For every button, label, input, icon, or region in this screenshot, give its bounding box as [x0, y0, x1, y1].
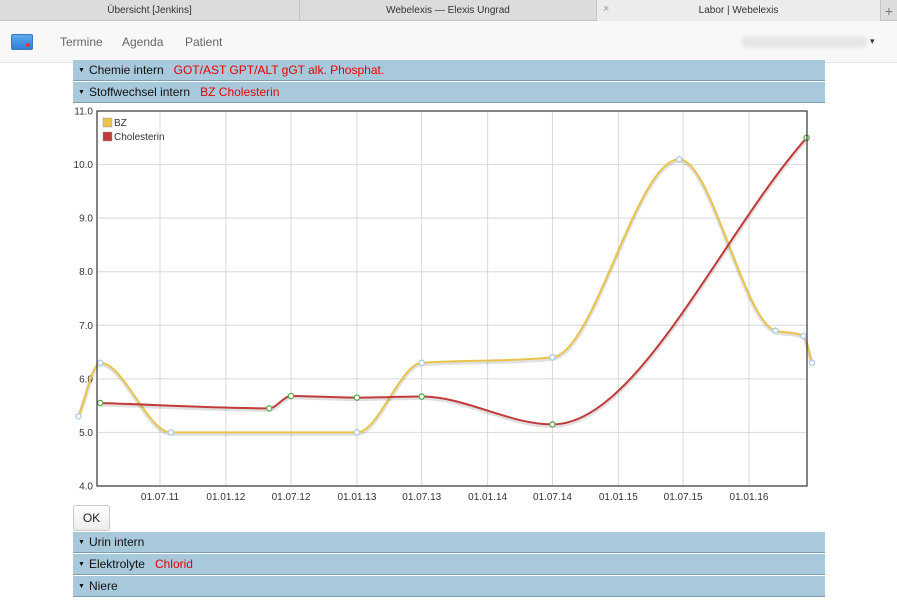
data-point-bz: [800, 332, 807, 340]
close-tab-icon[interactable]: ×: [603, 3, 609, 15]
chart-series-lines: [76, 137, 814, 436]
x-tick-label: 01.07.12: [272, 492, 311, 503]
section-label: Urin intern: [88, 535, 145, 549]
x-tick-label: 01.01.16: [730, 492, 769, 503]
browser-tab-labor[interactable]: × Labor | Webelexis: [597, 0, 881, 21]
x-tick-label: 01.01.13: [337, 492, 376, 503]
legend-swatch: [102, 131, 113, 142]
data-point-cholesterin: [418, 393, 425, 400]
data-point-cholesterin: [96, 399, 104, 407]
x-tick-label: 01.07.11: [141, 492, 180, 503]
chart-x-ticks: 01.07.11 01.01.12 01.07.12 01.01.13 01.07.13…: [141, 492, 769, 503]
x-tick-label: 01.07.14: [533, 492, 572, 503]
user-account-menu[interactable]: [741, 36, 867, 48]
section-urin-intern[interactable]: ▼ Urin intern: [73, 532, 825, 553]
chart-frame: [96, 110, 808, 487]
y-tick-label: 8.0: [79, 267, 93, 278]
chevron-down-icon[interactable]: ▾: [870, 36, 875, 47]
data-point-bz: [418, 359, 425, 367]
section-stoffwechsel-intern[interactable]: ▼ Stoffwechsel intern BZ Cholesterin: [73, 82, 825, 103]
y-tick-label: 10.0: [74, 160, 94, 171]
caret-down-icon: ▼: [78, 88, 85, 96]
data-point-bz: [96, 359, 104, 367]
section-label: Chemie intern: [88, 63, 164, 77]
legend-swatch: [102, 117, 113, 128]
caret-down-icon: ▼: [78, 582, 85, 590]
browser-tab-webelexis[interactable]: Webelexis — Elexis Ungrad: [300, 0, 597, 21]
browser-tab-strip: Übersicht [Jenkins] Webelexis — Elexis U…: [0, 0, 897, 21]
data-point-bz: [549, 354, 556, 361]
lab-values-line-chart: 4.05.06.07.08.09.010.011.0 01.07.11 01.01…: [74, 107, 816, 503]
section-tags: BZ Cholesterin: [200, 85, 280, 99]
data-point-cholesterin: [265, 405, 273, 412]
nav-link-termine[interactable]: Termine: [60, 35, 103, 49]
caret-down-icon: ▼: [78, 560, 85, 568]
chart-legend: BZ Cholesterin: [102, 117, 165, 143]
app-navbar: Termine Agenda Patient ▾: [0, 21, 897, 63]
series-shadow: [76, 158, 814, 436]
section-label: Elektrolyte: [88, 557, 145, 571]
section-niere[interactable]: ▼ Niere: [73, 576, 825, 597]
app-logo-icon[interactable]: [11, 34, 33, 50]
section-tags: GOT/AST GPT/ALT gGT alk. Phosphat.: [173, 63, 385, 77]
section-label: Niere: [88, 579, 118, 593]
data-point-bz: [675, 155, 683, 163]
chart-grid: [97, 110, 807, 487]
section-label: Stoffwechsel intern: [88, 85, 191, 99]
data-point-bz: [353, 429, 361, 436]
data-point-cholesterin: [353, 394, 361, 401]
y-tick-label: 7.0: [79, 321, 93, 332]
x-tick-label: 01.01.15: [599, 492, 638, 503]
data-point-cholesterin: [549, 421, 556, 428]
section-chemie-intern[interactable]: ▼ Chemie intern GOT/AST GPT/ALT gGT alk.…: [73, 60, 825, 81]
y-tick-label: 9.0: [79, 214, 93, 225]
caret-down-icon: ▼: [78, 538, 85, 546]
tab-label: Übersicht [Jenkins]: [107, 5, 192, 16]
nav-link-patient[interactable]: Patient: [185, 35, 222, 49]
data-point-bz: [808, 359, 816, 367]
x-tick-label: 01.07.15: [664, 492, 703, 503]
nav-link-agenda[interactable]: Agenda: [122, 35, 163, 49]
tab-label: Labor | Webelexis: [698, 5, 779, 16]
data-point-bz: [772, 327, 779, 334]
tab-label: Webelexis — Elexis Ungrad: [386, 5, 510, 16]
legend-label: BZ: [114, 118, 127, 129]
section-tags: Chlorid: [154, 557, 193, 571]
y-tick-label: 11.0: [74, 107, 93, 118]
series-line-bz: [77, 158, 813, 434]
x-tick-label: 01.07.13: [402, 492, 441, 503]
browser-tab-jenkins[interactable]: Übersicht [Jenkins]: [0, 0, 300, 21]
new-tab-button[interactable]: +: [881, 0, 897, 21]
data-point-bz: [75, 413, 82, 420]
section-elektrolyte[interactable]: ▼ Elektrolyte Chlorid: [73, 554, 825, 575]
x-tick-label: 01.01.12: [206, 492, 245, 503]
ok-button[interactable]: OK: [73, 505, 110, 531]
y-tick-label: 4.0: [79, 482, 93, 493]
x-tick-label: 01.01.14: [468, 492, 507, 503]
caret-down-icon: ▼: [78, 66, 85, 74]
chart-y-ticks: 4.05.06.07.08.09.010.011.0: [74, 107, 94, 493]
data-point-cholesterin: [287, 392, 295, 400]
legend-label: Cholesterin: [114, 132, 165, 143]
y-tick-label: 5.0: [79, 428, 93, 439]
data-point-bz: [167, 429, 175, 436]
